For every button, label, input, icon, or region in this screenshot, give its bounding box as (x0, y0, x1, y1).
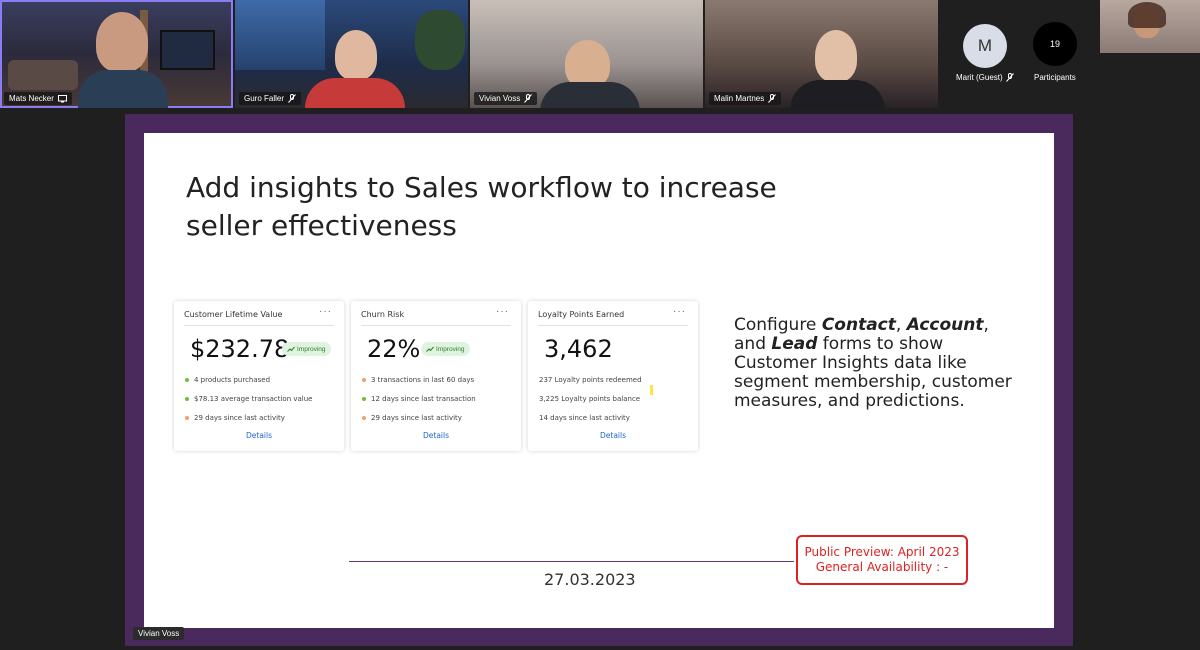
card-item: 14 days since last activity (539, 414, 630, 422)
card-divider (361, 325, 511, 326)
availability-notice: Public Preview: April 2023 General Avail… (796, 535, 968, 585)
insight-card-customer-lifetime-value: Customer Lifetime Value ··· $232.78 Impr… (174, 301, 344, 451)
trend-up-icon (426, 346, 434, 352)
video-tile-malin-martnes[interactable]: Malin Martnes (705, 0, 938, 108)
card-divider (538, 325, 688, 326)
mic-muted-icon (524, 94, 533, 103)
participant-video-person (565, 40, 610, 88)
participant-video-person (335, 30, 377, 80)
presentation-slide: Add insights to Sales workflow to increa… (144, 133, 1054, 628)
card-title: Churn Risk (361, 310, 405, 319)
status-dot-icon (362, 378, 366, 382)
participant-video-person (815, 30, 857, 82)
card-item: $78.13 average transaction value (185, 395, 313, 403)
guest-avatar: M (963, 24, 1007, 68)
status-dot-icon (185, 378, 189, 382)
more-options-icon[interactable]: ··· (319, 306, 332, 317)
status-dot-icon (185, 416, 189, 420)
card-item: 29 days since last activity (185, 414, 285, 422)
status-dot-icon (362, 397, 366, 401)
public-preview-text: Public Preview: April 2023 (804, 545, 960, 559)
card-divider (184, 325, 334, 326)
mic-muted-icon (1005, 73, 1014, 82)
card-item: 3 transactions in last 60 days (362, 376, 474, 384)
details-link[interactable]: Details (528, 431, 698, 440)
card-item: 12 days since last transaction (362, 395, 476, 403)
lead-emphasis: Lead (771, 334, 818, 354)
participant-video-person (96, 12, 148, 72)
video-tile-vivian-voss[interactable]: Vivian Voss (470, 0, 703, 108)
slide-title: Add insights to Sales workflow to increa… (186, 171, 777, 242)
mic-muted-icon (288, 94, 296, 103)
participant-name-label: Guro Faller (239, 92, 302, 105)
card-value: $232.78 (190, 335, 290, 363)
status-dot-icon (362, 416, 366, 420)
participant-shirt (305, 78, 405, 108)
details-link[interactable]: Details (351, 431, 521, 440)
account-emphasis: Account (906, 315, 984, 335)
participant-name-label: Vivian Voss (474, 92, 538, 105)
details-link[interactable]: Details (174, 431, 344, 440)
insight-card-loyalty-points: Loyalty Points Earned ··· 3,462 237 Loya… (528, 301, 698, 451)
card-item: 237 Loyalty points redeemed (539, 376, 642, 384)
card-value: 22% (367, 335, 421, 363)
status-badge: Improving (282, 342, 331, 356)
participant-shirt (540, 82, 640, 108)
participants-label: Participants (1034, 73, 1076, 82)
more-options-icon[interactable]: ··· (673, 306, 686, 317)
slide-description: Configure Contact, Account, and Lead for… (734, 315, 1012, 411)
participant-hair (1128, 2, 1166, 28)
window-background (235, 0, 325, 70)
footer-divider (349, 561, 794, 562)
slide-date: 27.03.2023 (544, 570, 636, 589)
video-tile-mats-necker[interactable]: Mats Necker (0, 0, 233, 108)
participant-name-label: Malin Martnes (709, 92, 782, 105)
trend-up-icon (287, 346, 295, 352)
insight-card-churn-risk: Churn Risk ··· 22% Improving 3 transacti… (351, 301, 521, 451)
more-options-icon[interactable]: ··· (496, 306, 509, 317)
video-tile-guro-faller[interactable]: Guro Faller (235, 0, 468, 108)
card-item: 4 products purchased (185, 376, 270, 384)
screen-share-icon (57, 94, 67, 102)
card-item: 29 days since last activity (362, 414, 462, 422)
participant-shirt (78, 70, 168, 108)
presenter-name-tag: Vivian Voss (133, 627, 185, 640)
participant-shirt (790, 80, 885, 108)
plant (415, 10, 465, 70)
card-value: 3,462 (544, 335, 613, 363)
video-tile-self-view[interactable] (1100, 0, 1200, 53)
card-title: Customer Lifetime Value (184, 310, 283, 319)
mic-muted-icon (768, 94, 777, 103)
participants-count-circle: 19 (1033, 22, 1077, 66)
status-dot-icon (185, 397, 189, 401)
cursor-marker (650, 385, 653, 395)
status-badge: Improving (421, 342, 470, 356)
participants-button[interactable]: 19 Participants (1027, 0, 1097, 108)
contact-emphasis: Contact (821, 315, 896, 335)
card-title: Loyalty Points Earned (538, 310, 625, 319)
guest-name-label: Marit (Guest) (956, 73, 1014, 82)
general-availability-text: General Availability : - (815, 560, 949, 574)
guest-roster-tile[interactable]: M Marit (Guest) (945, 0, 1025, 108)
participant-name-label: Mats Necker (4, 92, 72, 105)
card-item: 3,225 Loyalty points balance (539, 395, 641, 403)
